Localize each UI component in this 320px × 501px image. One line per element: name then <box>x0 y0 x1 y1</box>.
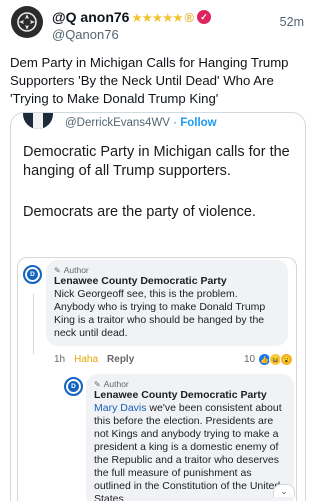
embedded-tweet-header: @DerrickEvans4WV · Follow <box>23 113 217 129</box>
mention-link: Mary Davis <box>94 402 147 414</box>
follow-link: Follow <box>180 117 217 129</box>
embedded-avatar <box>23 113 53 129</box>
embedded-screenshot[interactable]: @DerrickEvans4WV · Follow Democratic Par… <box>10 112 306 501</box>
comment-text-2: Mary Davis we've been consistent about t… <box>94 402 282 501</box>
facebook-comments-screenshot: D ✎ Author Lenawee County Democratic Part… <box>17 257 297 501</box>
author-tag-2: ✎ Author <box>94 379 129 389</box>
comment-bubble-1: ✎ Author Lenawee County Democratic Party … <box>46 260 288 346</box>
separator-dot: · <box>169 117 181 129</box>
star-badges: ★★★★★ <box>131 10 183 25</box>
profile-avatar[interactable] <box>11 6 43 38</box>
reaction-summary: 10 👍 😆 😮 <box>244 353 294 366</box>
post-card: @Q anon76 ★★★★★ ® ✓ @Qanon76 52m Dem Par… <box>0 0 314 501</box>
chevron-down-icon[interactable]: ⌄ <box>273 484 295 497</box>
author-name[interactable]: @Q anon76 <box>52 9 129 25</box>
commenter-name: Lenawee County Democratic Party <box>54 275 227 287</box>
author-name-row: @Q anon76 ★★★★★ ® ✓ <box>52 9 212 25</box>
registered-mark: ® <box>184 9 195 25</box>
post-text: Dem Party in Michigan Calls for Hanging … <box>10 55 289 106</box>
pen-icon-2: ✎ <box>94 379 101 389</box>
comment-time: 1h <box>54 354 66 365</box>
wow-icon: 😮 <box>280 353 294 366</box>
commenter-name-2: Lenawee County Democratic Party <box>94 389 267 401</box>
post-timestamp[interactable]: 52m <box>280 15 304 29</box>
comment-bubble-2: ✎ Author Lenawee County Democratic Party … <box>86 374 294 501</box>
reaction-count: 10 <box>244 354 256 365</box>
author-handle[interactable]: @Qanon76 <box>52 27 119 42</box>
comment-actions: 1h Haha Reply <box>54 354 134 365</box>
thread-line <box>33 294 34 354</box>
reply-label: Reply <box>107 354 135 365</box>
author-tag: ✎ Author <box>54 265 89 275</box>
haha-reaction-label: Haha <box>74 354 99 365</box>
embedded-handle: @DerrickEvans4WV <box>65 117 170 129</box>
pen-icon: ✎ <box>54 265 61 275</box>
page-logo-icon-2: D <box>64 377 83 396</box>
comment-text: Nick Georgeoff see, this is the problem.… <box>54 288 266 339</box>
embedded-tweet-text-2: Democrats are the party of violence. <box>23 204 256 220</box>
page-logo-icon: D <box>23 265 42 284</box>
verified-badge-icon: ✓ <box>197 10 212 24</box>
q-anon-avatar-icon <box>17 12 37 32</box>
embedded-tweet-text: Democratic Party in Michigan calls for t… <box>23 144 290 179</box>
